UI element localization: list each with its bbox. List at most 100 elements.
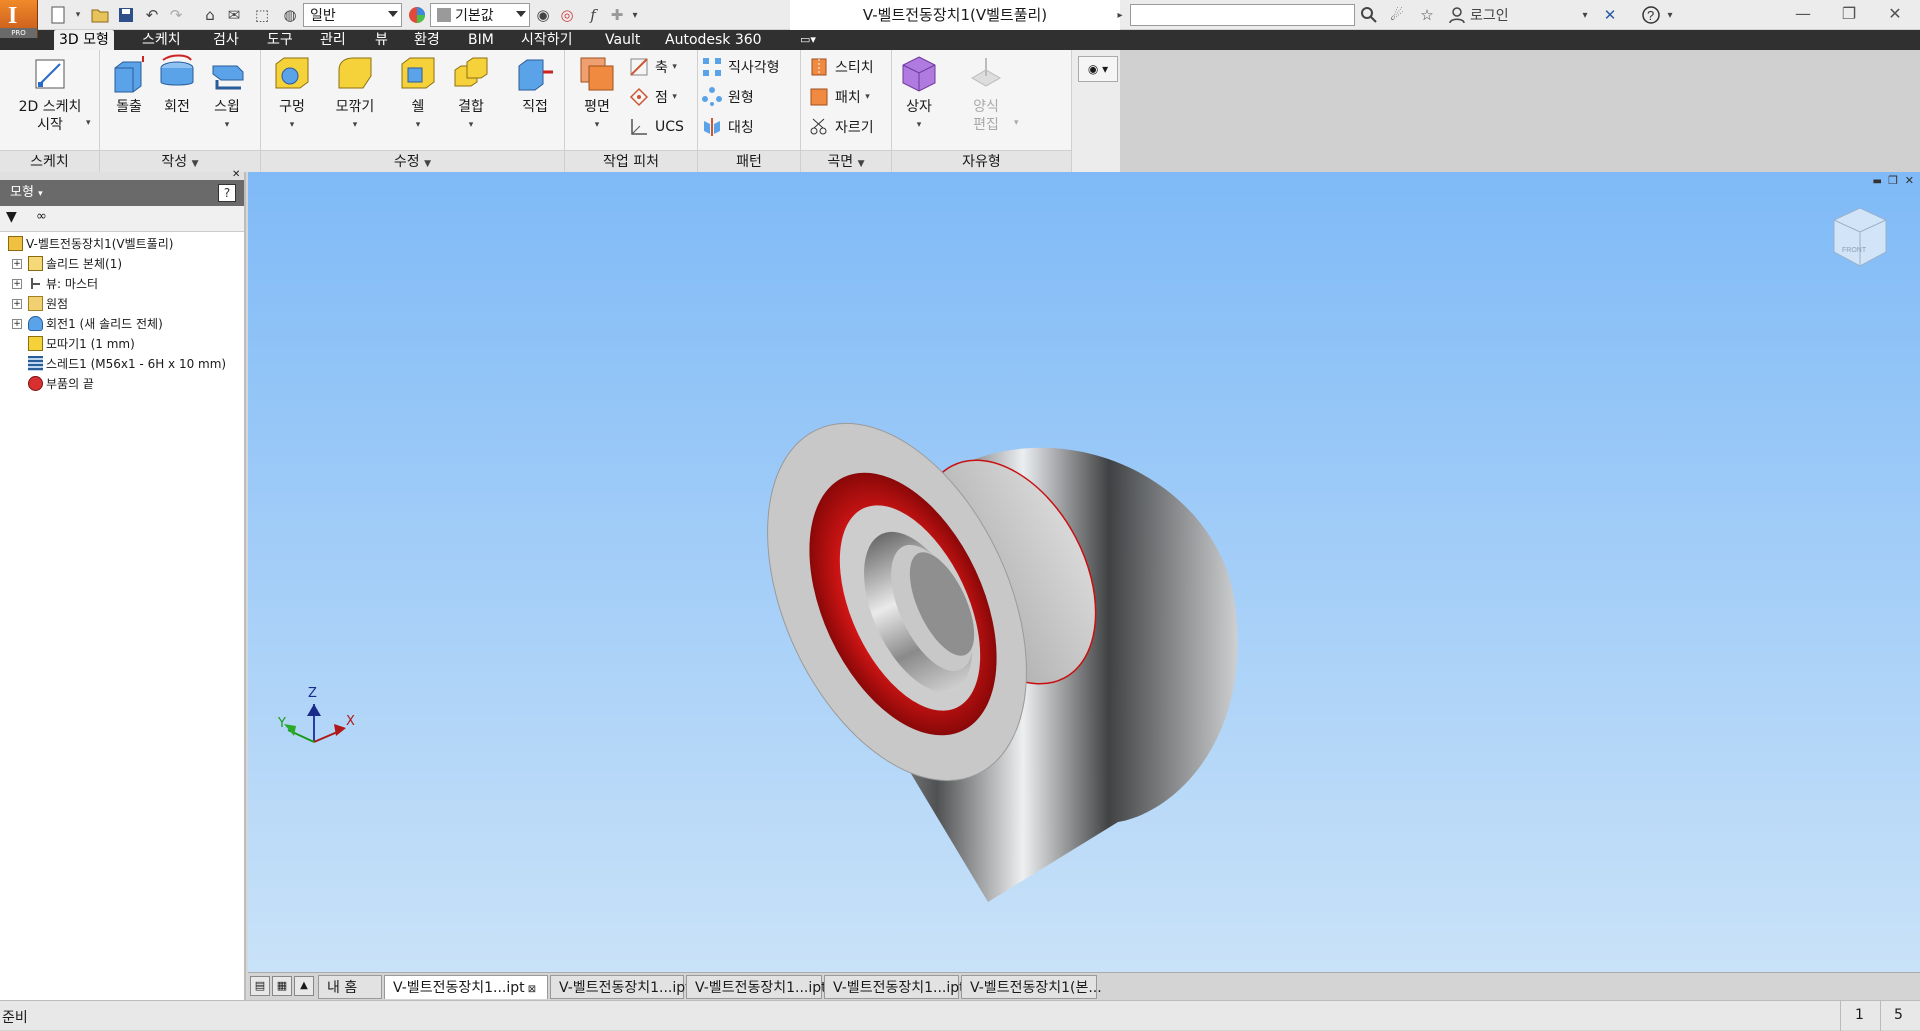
tab-manage[interactable]: 관리 [315, 30, 351, 50]
browser-root-part[interactable]: V-벨트전동장치1(V벨트풀리) [8, 234, 173, 254]
redo-icon[interactable]: ↷ [164, 4, 188, 26]
expand-node-icon[interactable]: + [12, 259, 22, 269]
browser-node[interactable]: + 회전1 (새 솔리드 전체) [12, 314, 163, 334]
style-combo[interactable]: 일반 [303, 3, 402, 27]
document-tab[interactable]: V-벨트전동장치1(본... [961, 975, 1102, 999]
expand-node-icon[interactable]: + [12, 279, 22, 289]
browser-node[interactable]: 스레드1 (M56x1 - 6H x 10 mm) [28, 354, 226, 374]
v-belt-pulley-model[interactable] [715, 382, 1238, 902]
open-file-icon[interactable] [88, 4, 112, 26]
circular-pattern-button[interactable]: 원형 [702, 84, 754, 110]
hole-dropdown-icon[interactable]: ▾ [267, 116, 317, 134]
undo-icon[interactable]: ↶ [140, 4, 164, 26]
hole-button[interactable]: 구멍 ▾ [267, 54, 317, 134]
add-icon[interactable]: ✚ [606, 4, 628, 26]
freeform-box-button[interactable]: 상자 ▾ [896, 54, 942, 134]
select-icon[interactable]: ⬚ [250, 4, 274, 26]
viewcube[interactable]: FRONT [1820, 200, 1900, 280]
material-icon[interactable]: ◍ [278, 4, 302, 26]
freeform-box-dropdown-icon[interactable]: ▾ [896, 116, 942, 134]
tab-get-started[interactable]: 시작하기 [516, 30, 578, 50]
restore-icon[interactable]: ❐ [1826, 0, 1872, 30]
find-binoculars-icon[interactable]: ∞ [36, 209, 47, 224]
new-file-dropdown-icon[interactable]: ▾ [72, 4, 84, 26]
browser-node[interactable]: 모따기1 (1 mm) [28, 334, 135, 354]
browser-title-bar[interactable]: 모형 ▾ ? [0, 180, 244, 206]
browser-close-icon[interactable]: ✕ [232, 169, 240, 180]
tile-horizontal-icon[interactable]: ▤ [250, 976, 270, 996]
user-icon[interactable] [1446, 4, 1468, 26]
tab-sketch[interactable]: 스케치 [137, 30, 186, 50]
search-icon[interactable] [1358, 4, 1380, 26]
ribbon-options-button[interactable]: ◉ ▾ [1078, 56, 1118, 82]
customize-qat-icon[interactable]: ▾ [628, 4, 642, 26]
direct-edit-button[interactable]: 직접 [511, 54, 559, 116]
plane-dropdown-icon[interactable]: ▾ [571, 116, 623, 134]
close-tab-icon[interactable]: ⊠ [525, 984, 536, 995]
browser-node[interactable]: + 뷰: 마스터 [12, 274, 98, 294]
tab-view[interactable]: 뷰 [370, 30, 393, 50]
help-dropdown-icon[interactable]: ▾ [1664, 4, 1676, 26]
ribbon-display-toggle-icon[interactable]: ▭▾ [795, 30, 821, 50]
login-dropdown-icon[interactable]: ▾ [1578, 4, 1592, 26]
point-button[interactable]: 점 ▾ [629, 84, 677, 110]
browser-help-icon[interactable]: ? [218, 184, 236, 202]
browser-node[interactable]: 부품의 끝 [28, 374, 94, 394]
home-icon[interactable]: ⌂ [198, 4, 222, 26]
start-2d-sketch-button[interactable]: 2D 스케치 시작 [8, 54, 92, 134]
document-tab[interactable]: V-벨트전동장치1...ipt [824, 975, 965, 999]
sweep-dropdown-icon[interactable]: ▾ [204, 116, 250, 134]
shell-button[interactable]: 쉘 ▾ [395, 54, 441, 134]
document-tab[interactable]: V-벨트전동장치1...ipt ⊠ [384, 975, 548, 999]
tab-environments[interactable]: 환경 [409, 30, 445, 50]
help-search-input[interactable] [1130, 4, 1355, 26]
exchange-apps-icon[interactable]: ✕ [1598, 4, 1622, 26]
parameters-fx-icon[interactable]: f [582, 4, 604, 26]
minimize-icon[interactable]: — [1780, 0, 1826, 30]
combine-button[interactable]: 결합 ▾ [447, 54, 495, 134]
tab-bim[interactable]: BIM [463, 30, 499, 50]
expand-node-icon[interactable]: + [12, 299, 22, 309]
stitch-button[interactable]: 스티치 [809, 54, 874, 80]
tab-vault[interactable]: Vault [600, 30, 645, 50]
axis-button[interactable]: 축 ▾ [629, 54, 677, 80]
info-center-expand-icon[interactable]: ▸ [1114, 4, 1126, 26]
tab-tools[interactable]: 도구 [262, 30, 298, 50]
browser-drag-bar[interactable]: ✕ [0, 169, 244, 180]
tab-my-home[interactable]: 내 홈 [318, 975, 382, 999]
new-file-icon[interactable] [46, 4, 70, 26]
trim-button[interactable]: 자르기 [809, 114, 874, 140]
subscription-icon[interactable]: ☄ [1386, 4, 1408, 26]
document-list-icon[interactable]: ▲ [294, 976, 314, 996]
favorites-star-icon[interactable]: ☆ [1416, 4, 1438, 26]
panel-label-modify[interactable]: 수정 ▼ [261, 150, 564, 172]
tab-3d-model[interactable]: 3D 모형 [54, 30, 114, 50]
plane-button[interactable]: 평면 ▾ [571, 54, 623, 134]
adjust-appearance-icon[interactable]: ◉ [532, 4, 554, 26]
mirror-button[interactable]: 대칭 [702, 114, 754, 140]
rectangular-pattern-button[interactable]: 직사각형 [702, 54, 780, 80]
sketch-dropdown-icon[interactable]: ▾ [86, 118, 91, 128]
clear-appearance-icon[interactable]: ◎ [556, 4, 578, 26]
tab-inspect[interactable]: 검사 [208, 30, 244, 50]
save-icon[interactable] [114, 4, 138, 26]
close-icon[interactable]: ✕ [1872, 0, 1918, 30]
expand-node-icon[interactable]: + [12, 319, 22, 329]
tab-autodesk-360[interactable]: Autodesk 360 [660, 30, 767, 50]
filter-icon[interactable]: ▼ [6, 209, 17, 225]
help-icon[interactable]: ? [1640, 4, 1662, 26]
appearance-combo[interactable]: 기본값 [430, 3, 530, 27]
document-tab[interactable]: V-벨트전동장치1...ipt [550, 975, 691, 999]
browser-node[interactable]: + 원점 [12, 294, 68, 314]
ucs-button[interactable]: UCS [629, 114, 684, 140]
edit-form-button[interactable]: 양식 편집 [958, 54, 1014, 134]
combine-dropdown-icon[interactable]: ▾ [447, 116, 495, 134]
fillet-dropdown-icon[interactable]: ▾ [325, 116, 385, 134]
edit-form-dropdown-icon[interactable]: ▾ [1014, 118, 1019, 128]
tile-grid-icon[interactable]: ▦ [272, 976, 292, 996]
application-menu-button[interactable]: I PRO [0, 0, 38, 38]
extrude-button[interactable]: 돌출 [106, 54, 152, 116]
fillet-button[interactable]: 모깎기 ▾ [325, 54, 385, 134]
document-tab[interactable]: V-벨트전동장치1...ipt [686, 975, 827, 999]
sweep-button[interactable]: 스윕 ▾ [204, 54, 250, 134]
